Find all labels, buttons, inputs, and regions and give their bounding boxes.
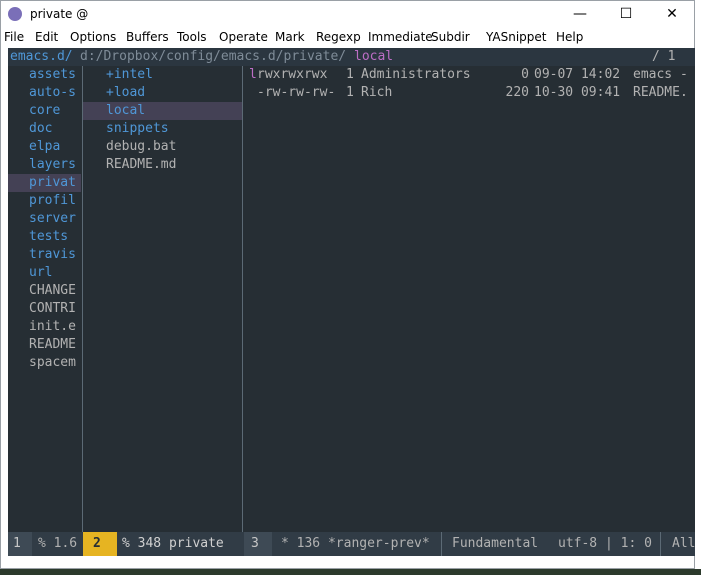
preview-links: 1 bbox=[346, 85, 354, 100]
buffer-position: All bbox=[672, 536, 696, 551]
ranger-header: emacs.d/ d:/Dropbox/config/emacs.d/priva… bbox=[8, 48, 695, 66]
header-current-dir: local bbox=[354, 49, 394, 64]
preview-size: 220 bbox=[505, 85, 529, 100]
file-entry[interactable]: CHANGE bbox=[8, 282, 81, 300]
header-path: d:/Dropbox/config/emacs.d/private/ bbox=[80, 49, 347, 64]
menu-subdir[interactable]: Subdir bbox=[431, 30, 470, 44]
file-entry[interactable]: spacem bbox=[8, 354, 81, 372]
mode-line-window-2: % 348 private bbox=[122, 536, 224, 551]
header-position: / 1 bbox=[652, 49, 676, 64]
preview-row[interactable]: l rwxrwxrwx 1 Administrators 0 09-07 14:02 ema… bbox=[243, 66, 695, 84]
emacs-window: private @ — ☐ ✕ File Edit Options Buffer… bbox=[0, 0, 695, 569]
preview-links: 1 bbox=[346, 67, 354, 82]
parent-directory-column[interactable]: assets auto-s core doc elpa layers privat profi… bbox=[8, 66, 81, 532]
desktop-background bbox=[0, 569, 701, 575]
preview-row[interactable]: -rw-rw-rw- 1 Rich 220 10-30 09:41 README. bbox=[243, 84, 695, 102]
menu-edit[interactable]: Edit bbox=[35, 30, 58, 44]
file-entry[interactable]: core bbox=[8, 102, 81, 120]
preview-column[interactable]: l rwxrwxrwx 1 Administrators 0 09-07 14:02 ema… bbox=[243, 66, 695, 532]
file-entry[interactable]: auto-s bbox=[8, 84, 81, 102]
current-directory-column[interactable]: +intel +load local snippets debug.bat README.… bbox=[83, 66, 242, 532]
menu-immediate[interactable]: Immediate bbox=[368, 30, 433, 44]
file-entry[interactable]: elpa bbox=[8, 138, 81, 156]
mode-line-window-1: % 1.6 bbox=[38, 536, 78, 551]
preview-date: 10-30 09:41 bbox=[534, 85, 621, 100]
menu-options[interactable]: Options bbox=[70, 30, 116, 44]
header-root: emacs.d/ bbox=[10, 49, 73, 64]
preview-perm-rest: rwxrwxrwx bbox=[257, 67, 328, 82]
preview-date: 09-07 14:02 bbox=[534, 67, 621, 82]
emacs-frame: emacs.d/ d:/Dropbox/config/emacs.d/priva… bbox=[8, 48, 695, 556]
minimize-button[interactable]: — bbox=[557, 1, 603, 28]
title-bar: private @ — ☐ ✕ bbox=[1, 1, 694, 28]
file-entry[interactable]: profil bbox=[8, 192, 81, 210]
file-entry[interactable]: doc bbox=[8, 120, 81, 138]
maximize-button[interactable]: ☐ bbox=[603, 1, 649, 28]
menu-buffers[interactable]: Buffers bbox=[126, 30, 169, 44]
preview-owner: Administrators bbox=[361, 67, 471, 82]
menu-bar: File Edit Options Buffers Tools Operate … bbox=[1, 28, 694, 48]
preview-size: 0 bbox=[521, 67, 529, 82]
window-number-1[interactable]: 1 bbox=[13, 536, 21, 551]
file-entry[interactable]: README bbox=[8, 336, 81, 354]
file-entry[interactable]: README.md bbox=[83, 156, 242, 174]
window-number-3[interactable]: 3 bbox=[251, 536, 259, 551]
file-entry[interactable]: layers bbox=[8, 156, 81, 174]
menu-file[interactable]: File bbox=[4, 30, 24, 44]
mode-line-divider bbox=[441, 532, 442, 556]
file-entry[interactable]: snippets bbox=[83, 120, 242, 138]
mode-line-divider bbox=[660, 532, 661, 556]
window-title: private @ bbox=[30, 7, 89, 21]
file-entry[interactable]: +load bbox=[83, 84, 242, 102]
file-entry[interactable]: CONTRI bbox=[8, 300, 81, 318]
menu-regexp[interactable]: Regexp bbox=[316, 30, 361, 44]
menu-operate[interactable]: Operate bbox=[219, 30, 268, 44]
emacs-icon bbox=[8, 7, 22, 21]
file-entry[interactable]: debug.bat bbox=[83, 138, 242, 156]
major-mode: Fundamental bbox=[452, 536, 539, 551]
file-entry[interactable]: server bbox=[8, 210, 81, 228]
menu-yasnippet[interactable]: YASnippet bbox=[486, 30, 547, 44]
file-entry[interactable]: travis bbox=[8, 246, 81, 264]
file-entry[interactable]: url bbox=[8, 264, 81, 282]
file-entry[interactable]: +intel bbox=[83, 66, 242, 84]
mode-line: 1 % 1.6 2 % 348 private 3 * 136 *ranger-… bbox=[8, 532, 695, 556]
preview-owner: Rich bbox=[361, 85, 393, 100]
preview-name: emacs - bbox=[633, 67, 688, 82]
file-entry[interactable]: tests bbox=[8, 228, 81, 246]
menu-help[interactable]: Help bbox=[556, 30, 583, 44]
file-entry[interactable]: privat bbox=[8, 174, 81, 192]
preview-perm-first: l bbox=[249, 67, 257, 82]
file-entry[interactable]: assets bbox=[8, 66, 81, 84]
window-number-2[interactable]: 2 bbox=[93, 536, 101, 551]
menu-tools[interactable]: Tools bbox=[177, 30, 207, 44]
close-button[interactable]: ✕ bbox=[649, 1, 695, 28]
mode-line-window-3: * 136 *ranger-prev* bbox=[281, 536, 430, 551]
file-entry[interactable]: init.e bbox=[8, 318, 81, 336]
background-window-edge bbox=[695, 0, 701, 575]
preview-perm-rest: -rw-rw-rw- bbox=[257, 85, 336, 100]
file-entry[interactable]: local bbox=[83, 102, 242, 120]
menu-mark[interactable]: Mark bbox=[275, 30, 305, 44]
preview-name: README. bbox=[633, 85, 688, 100]
encoding-position: utf-8 | 1: 0 bbox=[558, 536, 652, 551]
